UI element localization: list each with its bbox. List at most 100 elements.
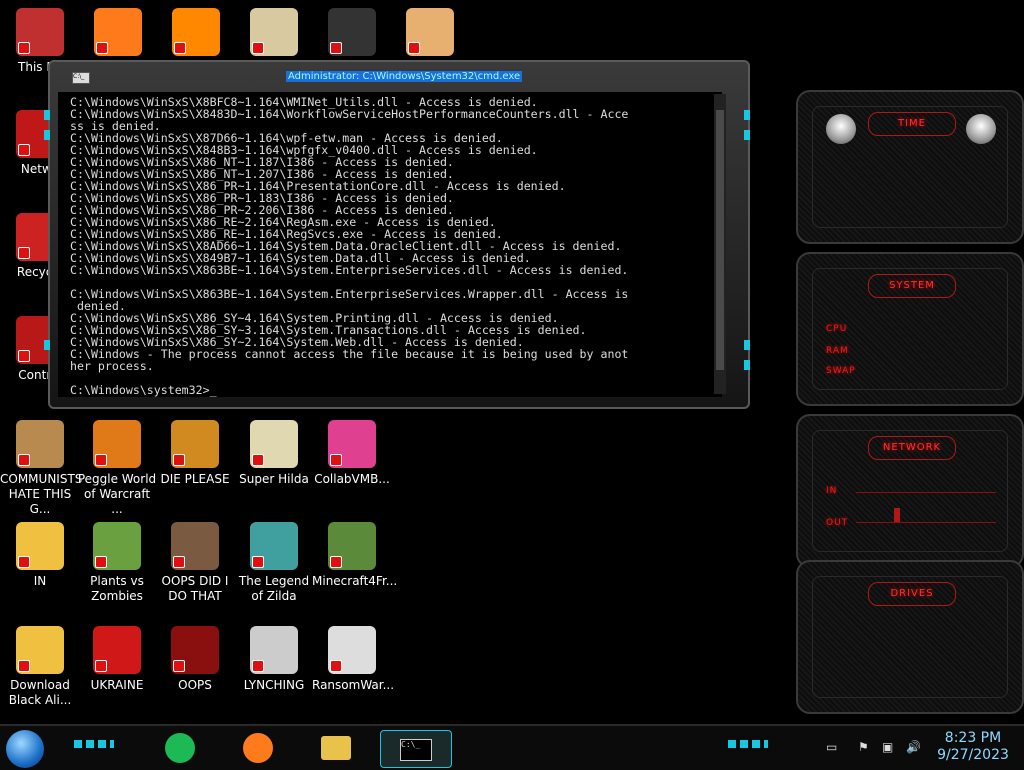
drives-gadget[interactable]: DRIVES <box>796 560 1024 714</box>
desktop-icon-app-dark[interactable] <box>312 8 392 60</box>
desktop-icon-plants-zombies[interactable]: Plants vs Zombies <box>77 522 157 604</box>
shortcut-arrow-icon <box>95 454 107 466</box>
cmd-scrollbar-thumb[interactable] <box>716 110 724 370</box>
firefox-taskbar-button[interactable] <box>238 730 278 766</box>
desktop-icon-vlc[interactable] <box>156 8 236 60</box>
oops-did-i-icon <box>171 522 219 570</box>
desktop-icon-ukraine[interactable]: UKRAINE <box>77 626 157 693</box>
shortcut-arrow-icon <box>18 454 30 466</box>
desktop-icon-firefox-1[interactable] <box>78 8 158 60</box>
frame-accent <box>744 360 750 370</box>
desktop-icon-communists[interactable]: COMMUNISTS HATE THIS G... <box>0 420 83 517</box>
cmd-taskbar-button[interactable]: C:\_ <box>380 730 452 768</box>
shortcut-arrow-icon <box>18 350 30 362</box>
network-gadget-title: NETWORK <box>868 436 956 460</box>
volume-icon[interactable]: 🔊 <box>906 740 921 754</box>
frame-accent <box>44 130 50 140</box>
shortcut-arrow-icon <box>18 247 30 259</box>
shortcut-arrow-icon <box>252 660 264 672</box>
desktop-icon-user-app[interactable] <box>390 8 470 60</box>
desktop-icon-label: CollabVMB... <box>314 472 390 486</box>
shortcut-arrow-icon <box>173 660 185 672</box>
flag-icon[interactable]: ⚑ <box>858 740 869 754</box>
shortcut-arrow-icon <box>95 556 107 568</box>
shortcut-arrow-icon <box>96 42 108 54</box>
desktop-icon-die-please[interactable]: DIE PLEASE <box>155 420 235 487</box>
spotify-taskbar-button[interactable] <box>160 730 200 766</box>
vlc-icon <box>172 8 220 56</box>
desktop-icon-label: COMMUNISTS HATE THIS G... <box>0 472 83 516</box>
cmd-window[interactable]: C:\_ Administrator: C:\Windows\System32\… <box>48 60 750 409</box>
network-out-label: OUT <box>826 518 849 528</box>
desktop-icon-lynching[interactable]: LYNCHING <box>234 626 314 693</box>
hxd-icon <box>250 8 298 56</box>
shortcut-arrow-icon <box>330 42 342 54</box>
shortcut-arrow-icon <box>174 42 186 54</box>
desktop-icon-label: Plants vs Zombies <box>90 574 144 603</box>
shortcut-arrow-icon <box>408 42 420 54</box>
cmd-window-title: Administrator: C:\Windows\System32\cmd.e… <box>286 71 523 82</box>
ram-label: RAM <box>826 346 849 356</box>
shortcut-arrow-icon <box>173 454 185 466</box>
this-pc-icon <box>16 8 64 56</box>
frame-accent <box>744 340 750 350</box>
cmd-icon: C:\_ <box>400 739 432 761</box>
collabvmb-icon <box>328 420 376 468</box>
desktop-icon-super-hilda[interactable]: Super Hilda <box>234 420 314 487</box>
shortcut-arrow-icon <box>95 660 107 672</box>
desktop-icon-label: OOPS <box>178 678 212 692</box>
desktop-icon-label: Peggle World of Warcraft ... <box>77 472 157 516</box>
time-gadget[interactable]: TIME <box>796 90 1024 244</box>
clock[interactable]: 8:23 PM 9/27/2023 <box>928 730 1018 764</box>
desktop-icon-peggle[interactable]: Peggle World of Warcraft ... <box>77 420 157 517</box>
network-tray-icon[interactable]: ▣ <box>882 740 893 754</box>
desktop-icon-label: IN <box>33 574 47 588</box>
shortcut-arrow-icon <box>18 660 30 672</box>
firefox-1-icon <box>94 8 142 56</box>
desktop-icon-star-butterfly[interactable]: IN <box>0 522 80 589</box>
console-line: C:\Windows\WinSxS\X8483D~1.164\WorkflowS… <box>70 107 629 121</box>
desktop-icon-download-black[interactable]: Download Black Ali... <box>0 626 80 708</box>
network-gadget[interactable]: NETWORK IN OUT <box>796 414 1024 568</box>
swap-label: SWAP <box>826 366 856 376</box>
spotify-icon <box>165 733 195 763</box>
taskbar-accent-left <box>74 740 114 748</box>
shortcut-arrow-icon <box>18 144 30 156</box>
legend-zilda-icon <box>250 522 298 570</box>
desktop-icon-hxd[interactable] <box>234 8 314 60</box>
desktop-icon-legend-zilda[interactable]: The Legend of Zilda <box>234 522 314 604</box>
communists-icon <box>16 420 64 468</box>
system-gadget[interactable]: SYSTEM CPU RAM SWAP <box>796 252 1024 406</box>
shortcut-arrow-icon <box>18 556 30 568</box>
cmd-title-bar[interactable]: C:\_ Administrator: C:\Windows\System32\… <box>50 62 748 84</box>
desktop-icon-collabvmb[interactable]: CollabVMB... <box>312 420 392 487</box>
console-line: C:\Windows\system32>_ <box>70 383 217 397</box>
shortcut-arrow-icon <box>252 556 264 568</box>
network-in-graph <box>856 492 996 493</box>
desktop-icon-minecraft[interactable]: Minecraft4Fr... <box>312 522 397 589</box>
download-black-icon <box>16 626 64 674</box>
desktop-icon-label: UKRAINE <box>90 678 144 692</box>
plants-zombies-icon <box>93 522 141 570</box>
gpu-tray-icon[interactable]: ▭ <box>826 740 837 754</box>
console-line: C:\Windows - The process cannot access t… <box>70 347 629 361</box>
network-out-graph <box>856 522 996 523</box>
start-button[interactable] <box>6 730 44 768</box>
desktop-icon-oops-did-i[interactable]: OOPS DID I DO THAT <box>155 522 235 604</box>
desktop-icon-oops[interactable]: OOPS <box>155 626 235 693</box>
shortcut-arrow-icon <box>252 454 264 466</box>
cmd-window-icon[interactable]: C:\_ <box>72 72 90 84</box>
desktop-icon-ransomware[interactable]: RansomWar... <box>312 626 394 693</box>
cmd-console-output[interactable]: C:\Windows\WinSxS\X8BFC8~1.164\WMINet_Ut… <box>58 92 722 397</box>
minecraft-icon <box>328 522 376 570</box>
firefox-icon <box>243 733 273 763</box>
console-line: C:\Windows\WinSxS\X863BE~1.164\System.En… <box>70 287 629 301</box>
shortcut-arrow-icon <box>330 660 342 672</box>
desktop-icon-label: LYNCHING <box>243 678 305 692</box>
taskbar: C:\_ ▭ ⚑ ▣ 🔊 8:23 PM 9/27/2023 <box>0 724 1024 770</box>
file-explorer-taskbar-button[interactable] <box>316 730 356 766</box>
cmd-scrollbar[interactable] <box>714 94 726 394</box>
taskbar-accent-right <box>728 740 768 748</box>
frame-accent <box>44 110 50 120</box>
user-app-icon <box>406 8 454 56</box>
